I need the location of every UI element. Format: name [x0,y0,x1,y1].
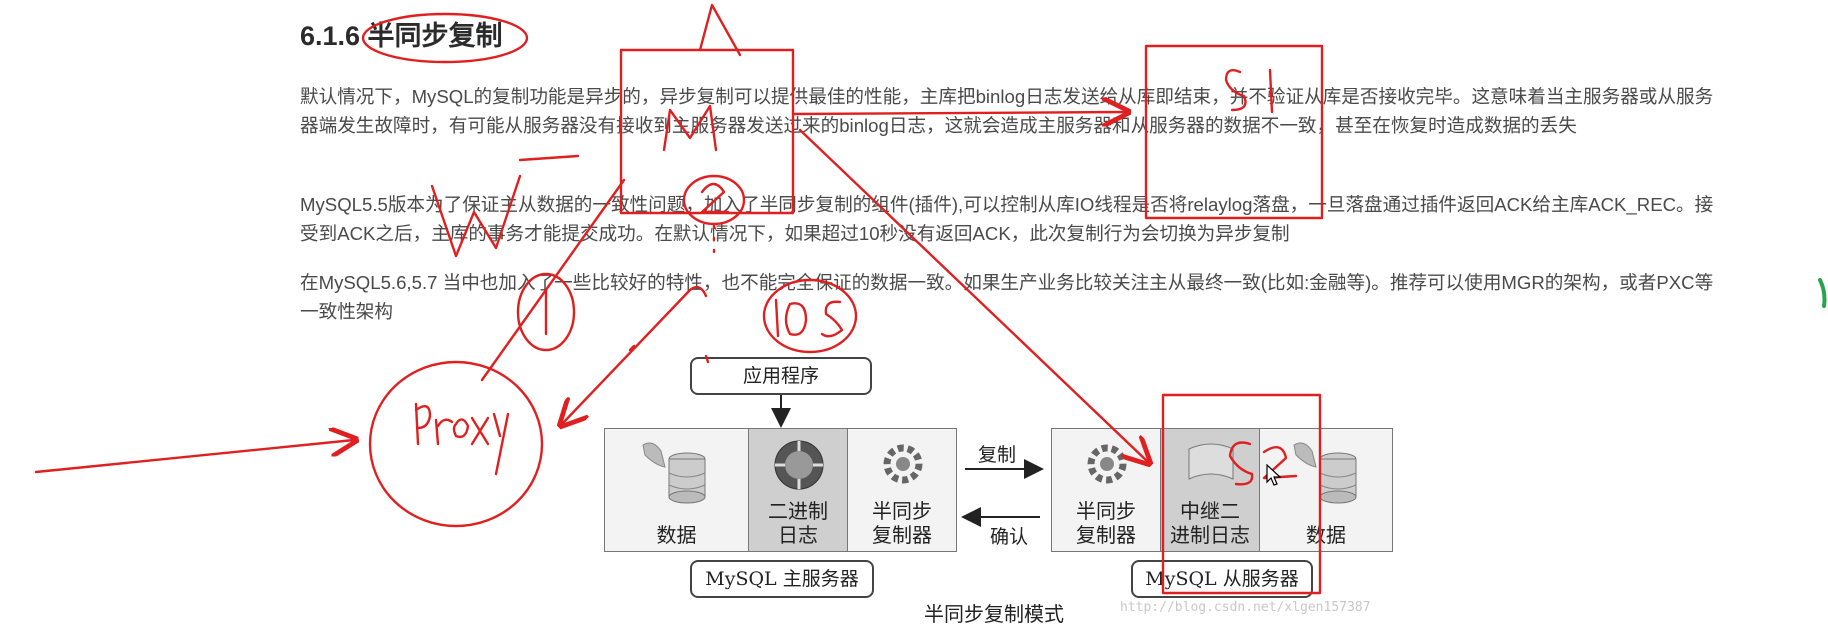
paragraph-semi-sync: MySQL5.5版本为了保证主从数据的一致性问题，加入了半同步复制的组件(插件)… [300,194,1714,244]
master-binlog-label: 二进制 日志 [768,499,828,547]
mouse-cursor-icon [1266,464,1282,486]
slave-relaylog-label: 中继二 进制日志 [1170,499,1250,547]
ack-label: 确认 [990,526,1029,548]
master-data-label: 数据 [656,523,697,547]
watermark: http://blog.csdn.net/xlgen157387 [1120,600,1371,615]
gear-icon [1087,444,1127,484]
diagram-caption: 半同步复制模式 [924,602,1064,626]
slave-data-label: 数据 [1306,523,1346,547]
green-edge-mark [1818,278,1827,308]
master-server-label-box: MySQL 主服务器 [690,560,874,598]
gear-icon [883,444,923,484]
master-binlog-cell: 二进制 日志 [748,428,848,552]
master-data-cell: 数据 [604,428,749,552]
slave-server-label: MySQL 从服务器 [1145,568,1299,590]
section-heading: 6.1.6 半同步复制 [300,21,503,51]
paragraph-async-replication: 默认情况下，MySQL的复制功能是异步的，异步复制可以提供最佳的性能，主库把bi… [300,86,1714,136]
app-box: 应用程序 [690,357,872,395]
replicate-label: 复制 [978,444,1017,466]
paragraph-consistency: 在MySQL5.6,5.7 当中也加入了一些比较好的特性，也不能完全保证的数据一… [300,272,1714,322]
slave-semisync-cell: 半同步 复制器 [1051,428,1161,552]
scroll-icon [1188,443,1234,480]
slave-relaylog-cell: 中继二 进制日志 [1160,428,1260,552]
app-label: 应用程序 [742,365,819,387]
master-semisync-cell: 半同步 复制器 [847,428,957,552]
database-icon [1293,442,1357,504]
binlog-icon [774,440,824,490]
master-semisync-label: 半同步 复制器 [872,499,932,547]
slave-data-cell: 数据 [1259,428,1393,552]
master-server-label: MySQL 主服务器 [705,568,859,590]
database-icon [642,442,706,504]
slave-server-label-box: MySQL 从服务器 [1131,560,1313,598]
slave-semisync-label: 半同步 复制器 [1076,499,1136,547]
